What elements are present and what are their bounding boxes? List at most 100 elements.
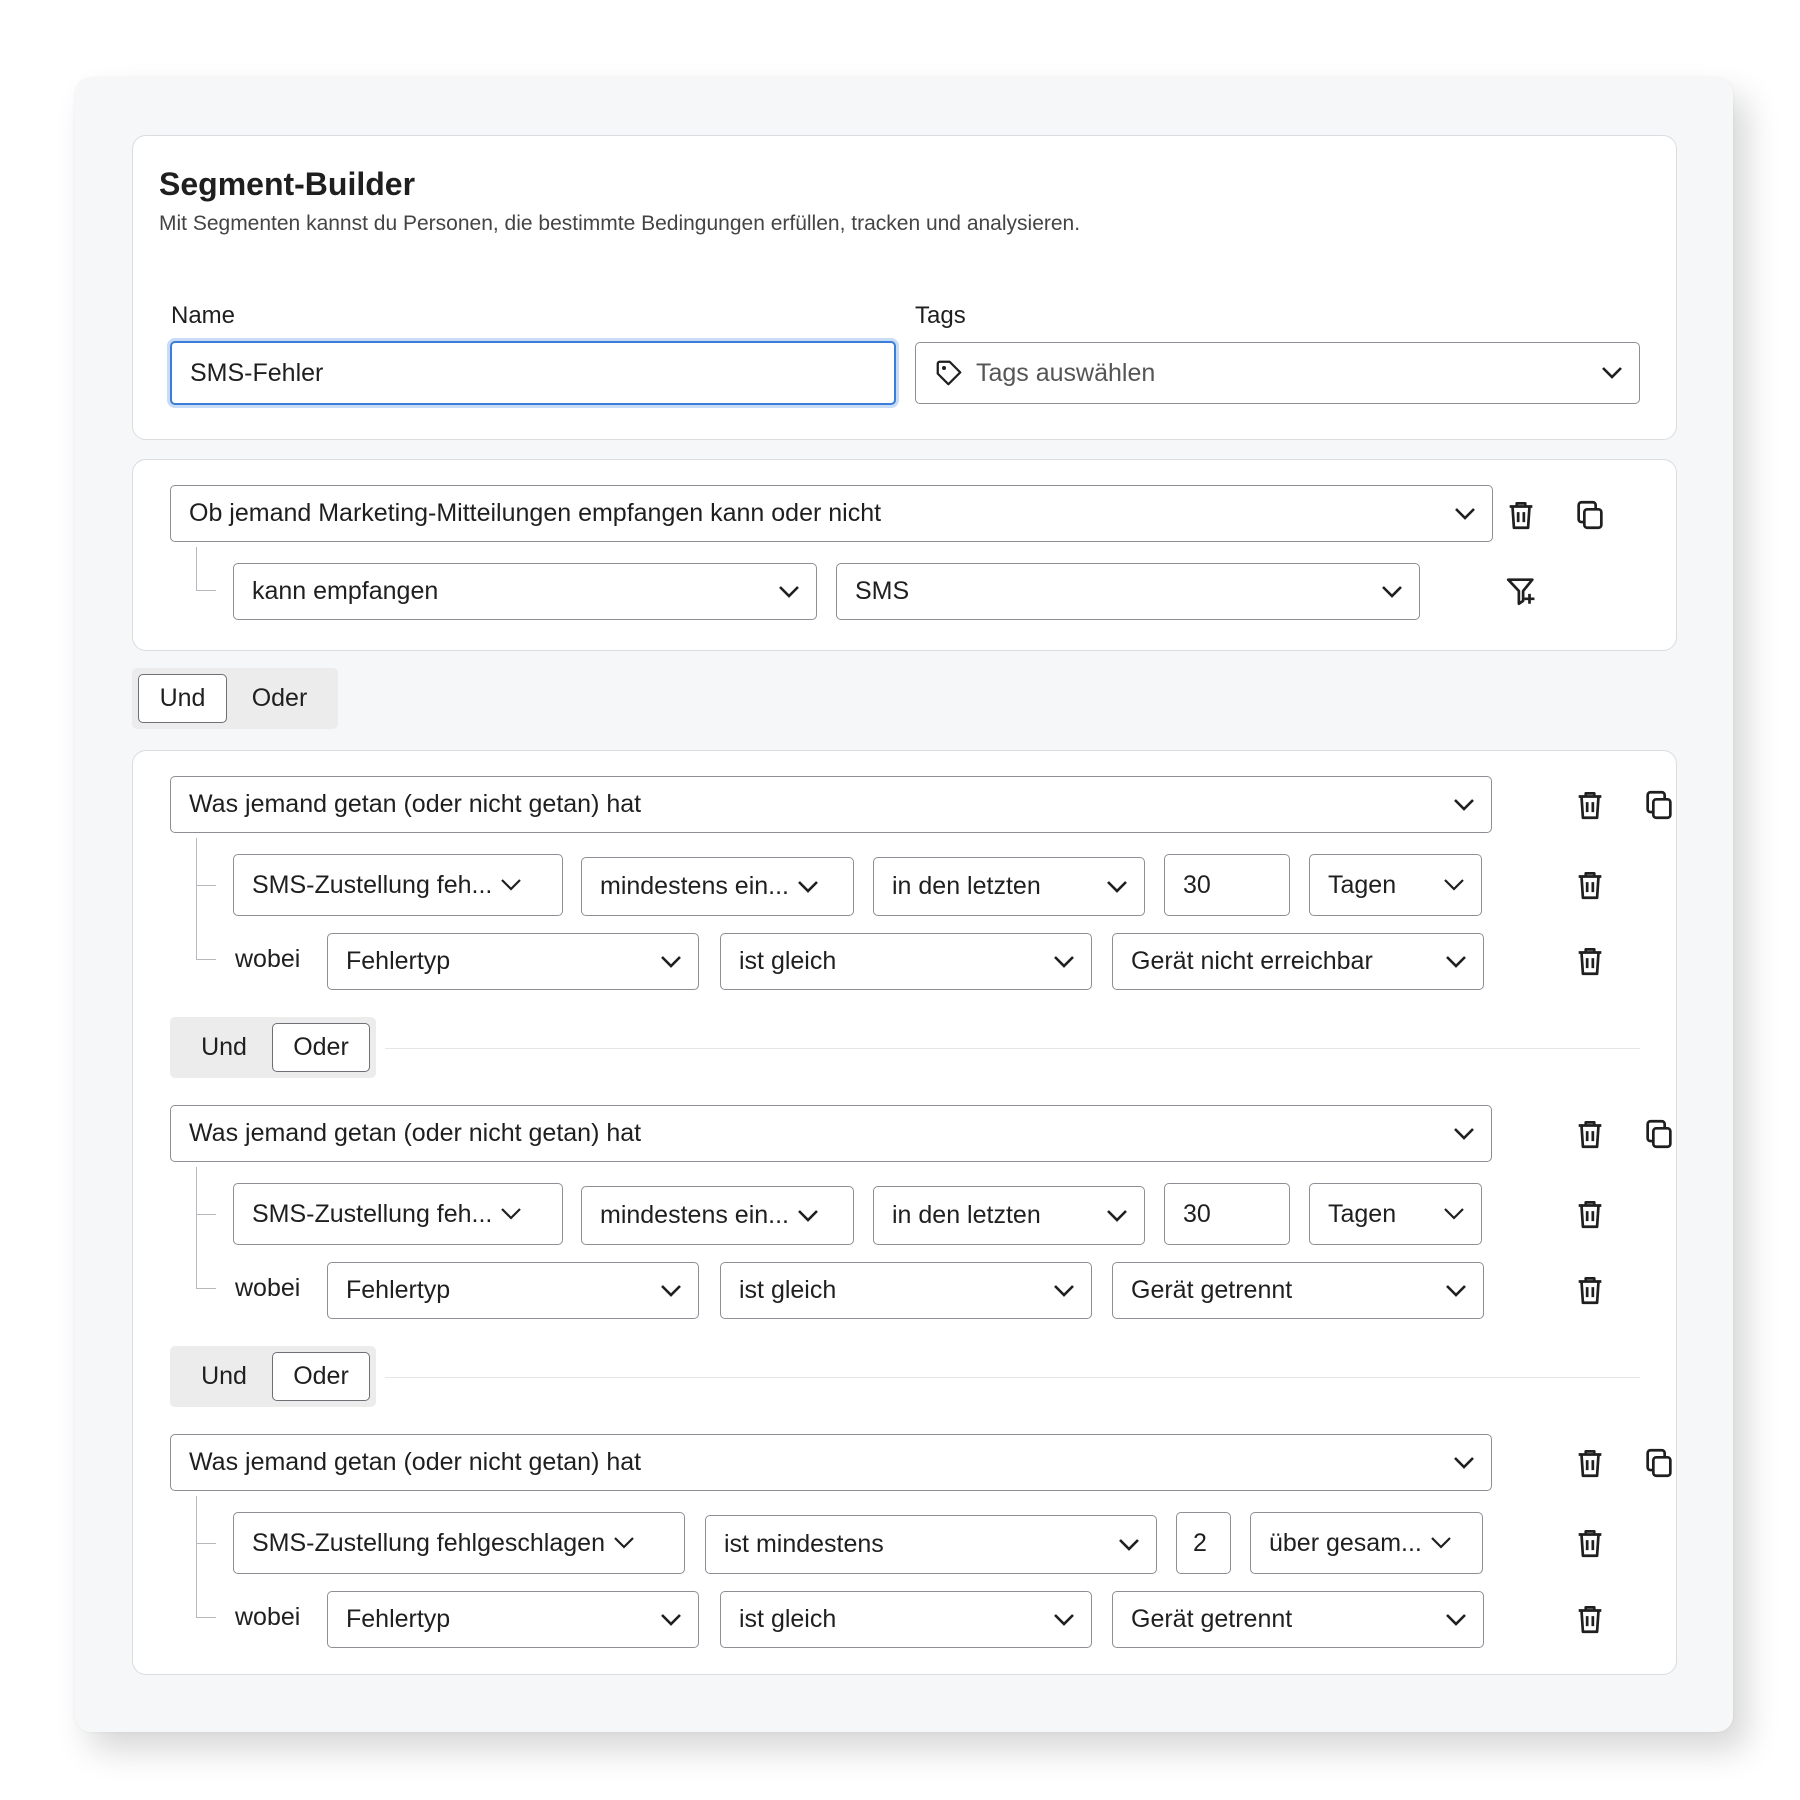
tree-connector xyxy=(196,590,216,591)
event-select[interactable]: SMS-Zustellung feh... xyxy=(233,854,563,916)
rule-type-value: Was jemand getan (oder nicht getan) hat xyxy=(189,1119,642,1147)
chevron-down-icon xyxy=(1446,1284,1466,1297)
frequency-select[interactable]: mindestens ein... xyxy=(581,857,854,916)
filter-property-select[interactable]: Fehlertyp xyxy=(327,1591,699,1648)
duplicate-rule-button[interactable] xyxy=(1639,1443,1679,1483)
unit-select[interactable]: Tagen xyxy=(1309,1183,1482,1245)
operator-und-button[interactable]: Und xyxy=(138,674,227,723)
filter-operator-select[interactable]: ist gleich xyxy=(720,1591,1092,1648)
copy-icon xyxy=(1646,790,1672,820)
wobei-label: wobei xyxy=(235,1274,301,1302)
tree-connector xyxy=(196,1288,216,1289)
tags-select[interactable]: Tags auswählen xyxy=(915,342,1640,404)
chevron-down-icon xyxy=(798,880,818,893)
rule-type-select[interactable]: Was jemand getan (oder nicht getan) hat xyxy=(170,1105,1492,1162)
filter-value-select[interactable]: Gerät getrennt xyxy=(1112,1591,1484,1648)
delete-filter-button[interactable] xyxy=(1570,941,1610,981)
event-value: SMS-Zustellung feh... xyxy=(252,1199,493,1228)
timeframe-select[interactable]: in den letzten xyxy=(873,1186,1145,1245)
event-value: SMS-Zustellung feh... xyxy=(252,870,493,899)
condition-type-select[interactable]: Ob jemand Marketing-Mitteilungen empfang… xyxy=(170,485,1493,542)
rule-type-select[interactable]: Was jemand getan (oder nicht getan) hat xyxy=(170,1434,1492,1491)
chevron-down-icon xyxy=(501,1208,522,1220)
name-input[interactable]: SMS-Fehler xyxy=(170,341,896,405)
chevron-down-icon xyxy=(1107,880,1127,893)
frequency-select[interactable]: ist mindestens xyxy=(705,1515,1157,1574)
chevron-down-icon xyxy=(501,879,522,891)
page-title: Segment-Builder xyxy=(159,166,416,202)
rule-type-value: Was jemand getan (oder nicht getan) hat xyxy=(189,790,642,818)
filter-value-select[interactable]: Gerät nicht erreichbar xyxy=(1112,933,1484,990)
amount-value: 2 xyxy=(1193,1528,1207,1557)
operator-oder-button[interactable]: Oder xyxy=(272,1023,370,1072)
unit-value: über gesam... xyxy=(1269,1528,1422,1557)
filter-property-select[interactable]: Fehlertyp xyxy=(327,1262,699,1319)
tree-connector xyxy=(196,1543,216,1544)
name-input-value: SMS-Fehler xyxy=(190,358,324,387)
duplicate-rule-button[interactable] xyxy=(1639,1114,1679,1154)
frequency-select[interactable]: mindestens ein... xyxy=(581,1186,854,1245)
chevron-down-icon xyxy=(614,1537,634,1549)
chevron-down-icon xyxy=(1107,1209,1127,1222)
filter-operator-select[interactable]: ist gleich xyxy=(720,1262,1092,1319)
delete-rule-button[interactable] xyxy=(1570,1114,1610,1154)
chevron-down-icon xyxy=(1446,955,1466,968)
delete-rule-button[interactable] xyxy=(1570,785,1610,825)
chevron-down-icon xyxy=(1454,798,1474,811)
delete-condition-button[interactable] xyxy=(1501,495,1541,535)
header-card: Segment-Builder Mit Segmenten kannst du … xyxy=(132,135,1677,440)
chevron-down-icon xyxy=(1431,1537,1451,1549)
rule-operator-toggle: Und Oder xyxy=(170,1017,376,1078)
trash-icon xyxy=(1509,502,1533,530)
tag-icon xyxy=(936,360,962,386)
delete-filter-button[interactable] xyxy=(1570,1599,1610,1639)
tree-connector xyxy=(196,1617,216,1618)
duplicate-condition-button[interactable] xyxy=(1570,495,1610,535)
filter-operator-select[interactable]: ist gleich xyxy=(720,933,1092,990)
operator-oder-button[interactable]: Oder xyxy=(272,1352,370,1401)
duplicate-rule-button[interactable] xyxy=(1639,785,1679,825)
channel-select[interactable]: SMS xyxy=(836,563,1420,620)
rule-type-select[interactable]: Was jemand getan (oder nicht getan) hat xyxy=(170,776,1492,833)
trash-icon xyxy=(1578,872,1602,900)
chevron-down-icon xyxy=(661,955,681,968)
delete-event-button[interactable] xyxy=(1570,865,1610,905)
wobei-label: wobei xyxy=(235,945,301,973)
chevron-down-icon xyxy=(661,1613,681,1626)
amount-value: 30 xyxy=(1183,1199,1211,1228)
chevron-down-icon xyxy=(1454,1456,1474,1469)
delete-rule-button[interactable] xyxy=(1570,1443,1610,1483)
group-operator-toggle: Und Oder xyxy=(132,668,338,729)
amount-value: 30 xyxy=(1183,870,1211,899)
add-filter-button[interactable] xyxy=(1501,571,1541,611)
filter-value-value: Gerät getrennt xyxy=(1131,1605,1293,1633)
rule-type-value: Was jemand getan (oder nicht getan) hat xyxy=(189,1448,642,1476)
trash-icon xyxy=(1578,792,1602,820)
event-select[interactable]: SMS-Zustellung feh... xyxy=(233,1183,563,1245)
operator-oder-button[interactable]: Oder xyxy=(227,674,332,723)
filter-value-value: Gerät getrennt xyxy=(1131,1276,1293,1304)
tree-connector xyxy=(196,885,216,886)
chevron-down-icon xyxy=(1602,367,1622,379)
filter-property-value: Fehlertyp xyxy=(346,947,451,975)
filter-value-select[interactable]: Gerät getrennt xyxy=(1112,1262,1484,1319)
timeframe-select[interactable]: in den letzten xyxy=(873,857,1145,916)
name-label: Name xyxy=(171,302,236,329)
frequency-value: ist mindestens xyxy=(724,1530,884,1558)
receive-status-select[interactable]: kann empfangen xyxy=(233,563,817,620)
amount-input[interactable]: 30 xyxy=(1164,1183,1290,1245)
delete-event-button[interactable] xyxy=(1570,1194,1610,1234)
unit-select[interactable]: über gesam... xyxy=(1250,1512,1483,1574)
operator-und-button[interactable]: Und xyxy=(176,1023,272,1072)
delete-event-button[interactable] xyxy=(1570,1523,1610,1563)
amount-input[interactable]: 30 xyxy=(1164,854,1290,916)
frequency-value: mindestens ein... xyxy=(600,1201,789,1229)
filter-value-value: Gerät nicht erreichbar xyxy=(1131,947,1373,975)
timeframe-value: in den letzten xyxy=(892,872,1041,900)
unit-select[interactable]: Tagen xyxy=(1309,854,1482,916)
amount-input[interactable]: 2 xyxy=(1176,1512,1231,1574)
event-select[interactable]: SMS-Zustellung fehlgeschlagen xyxy=(233,1512,685,1574)
filter-property-select[interactable]: Fehlertyp xyxy=(327,933,699,990)
operator-und-button[interactable]: Und xyxy=(176,1352,272,1401)
delete-filter-button[interactable] xyxy=(1570,1270,1610,1310)
